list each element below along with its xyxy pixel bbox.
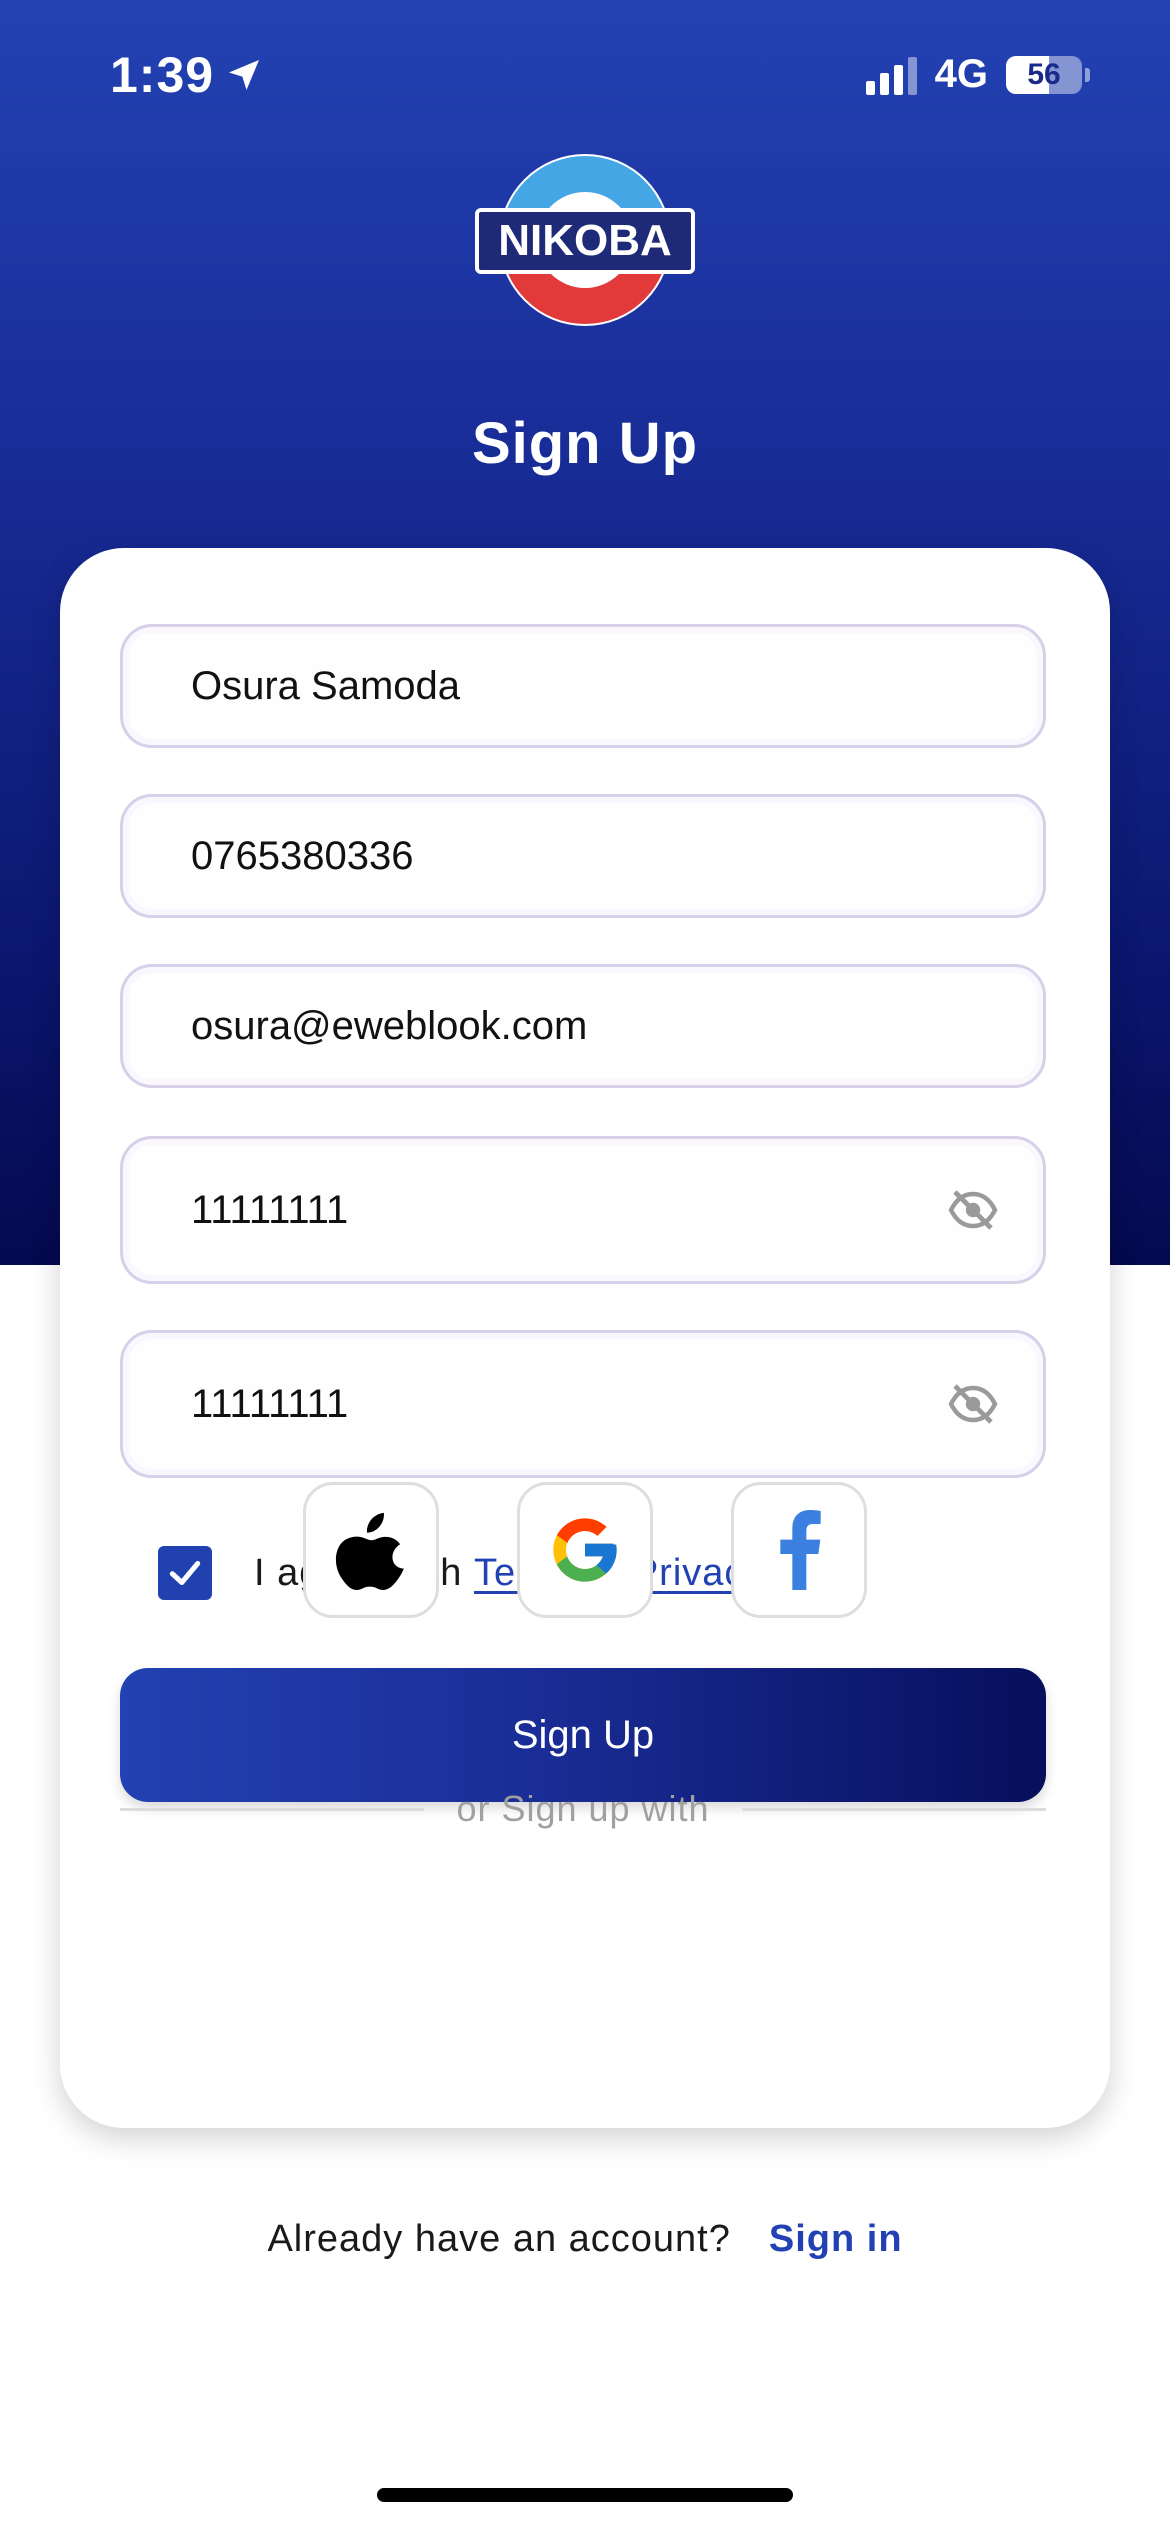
signup-button[interactable]: Sign Up — [120, 1668, 1046, 1802]
nikoba-logo: NIKOBA — [475, 154, 695, 326]
password-value: 11111111 — [191, 1187, 349, 1232]
signin-prompt: Already have an account? Sign in — [0, 2218, 1170, 2261]
phone-field[interactable]: 0765380336 — [120, 794, 1046, 918]
password-field[interactable]: 11111111 — [120, 1136, 1046, 1284]
agree-row: I agree with Terms & Privacy — [158, 1546, 764, 1600]
location-arrow-icon — [229, 60, 260, 90]
email-field[interactable]: osura@eweblook.com — [120, 964, 1046, 1088]
cellular-signal-icon — [865, 55, 917, 95]
google-signin-button[interactable] — [517, 1482, 653, 1618]
battery-level: 56 — [1027, 57, 1061, 91]
status-time-text: 1:39 — [110, 47, 215, 103]
home-indicator[interactable] — [377, 2488, 793, 2502]
apple-icon — [335, 1512, 404, 1590]
apple-signin-button[interactable] — [303, 1482, 439, 1618]
status-indicators: 4G 56 — [865, 52, 1090, 97]
full-name-value: Osura Samoda — [191, 663, 461, 708]
logo-text: NIKOBA — [498, 216, 672, 265]
page-title: Sign Up — [471, 411, 699, 476]
divider-text: or Sign up with — [456, 1788, 710, 1829]
email-value: osura@eweblook.com — [191, 1003, 588, 1048]
social-divider: or Sign up with — [120, 1788, 1047, 1830]
checkmark-icon — [169, 1560, 201, 1586]
facebook-signin-button[interactable] — [731, 1482, 867, 1618]
full-name-field[interactable]: Osura Samoda — [120, 624, 1046, 748]
eye-off-icon[interactable] — [947, 1190, 999, 1230]
google-icon — [553, 1518, 617, 1582]
agree-checkbox[interactable] — [158, 1546, 212, 1600]
signin-question: Already have an account? — [267, 2218, 731, 2260]
confirm-password-value: 11111111 — [191, 1381, 349, 1426]
facebook-icon — [780, 1510, 821, 1590]
eye-off-icon[interactable] — [947, 1384, 999, 1424]
signin-link[interactable]: Sign in — [769, 2218, 903, 2261]
confirm-password-field[interactable]: 11111111 — [120, 1330, 1046, 1478]
network-type: 4G — [934, 52, 988, 96]
battery-icon: 56 — [1006, 55, 1090, 94]
phone-value: 0765380336 — [191, 833, 414, 878]
status-time: 1:39 — [110, 46, 264, 104]
signup-card: Osura Samoda 0765380336 osura@eweblook.c… — [60, 548, 1110, 2128]
